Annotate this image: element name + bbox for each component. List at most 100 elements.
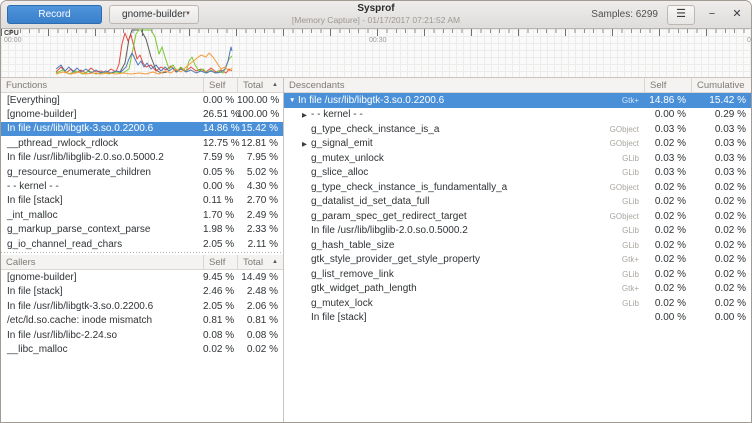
library-badge: GLib [622, 270, 644, 279]
function-row[interactable]: In file /usr/lib/libglib-2.0.so.0.5000.2… [1, 151, 283, 165]
functions-self-column-header[interactable]: Self [203, 78, 237, 92]
expander-open-icon[interactable]: ▼ [289, 97, 298, 104]
headerbar-right-group: Samples: 6299 ☰ − ✕ [460, 5, 745, 25]
function-total-value: 2.49 % [237, 210, 283, 221]
cpu-timeline-graph[interactable]: CPU 00:00 00:30 01:00 [1, 29, 751, 78]
descendant-name-cell: ▼In file /usr/lib/libgtk-3.so.0.2200.6Gt… [284, 95, 644, 106]
descendant-row[interactable]: g_slice_allocGLib0.03 %0.03 % [284, 166, 751, 181]
descendant-cumulative-value: 0.02 % [691, 254, 751, 265]
descendant-name-cell: g_param_spec_get_redirect_targetGObject [284, 211, 644, 222]
descendant-self-value: 0.03 % [644, 167, 691, 178]
descendant-self-value: 0.00 % [644, 312, 691, 323]
window-title-block: Sysprof [Memory Capture] - 01/17/2017 07… [292, 3, 460, 26]
functions-table-header: Functions Self Total ▲ [1, 78, 283, 93]
descendants-column-header[interactable]: Descendants [284, 78, 644, 92]
library-badge: GLib [622, 197, 644, 206]
process-selector-label: gnome-builder [122, 9, 186, 20]
expander-closed-icon[interactable]: ▶ [302, 111, 311, 119]
caller-row[interactable]: In file /usr/lib/libgtk-3.so.0.2200.62.0… [1, 299, 283, 313]
descendants-self-column-header[interactable]: Self [644, 78, 691, 92]
descendant-cumulative-value: 0.03 % [691, 167, 751, 178]
caller-row[interactable]: In file [stack]2.46 %2.48 % [1, 285, 283, 299]
library-badge: Gtk+ [622, 96, 644, 105]
window-subtitle: [Memory Capture] - 01/17/2017 07:21:52 A… [292, 15, 460, 26]
descendant-row[interactable]: g_type_check_instance_is_fundamentally_a… [284, 180, 751, 195]
descendant-name: g_type_check_instance_is_a [311, 124, 439, 135]
descendants-cumulative-column-header[interactable]: Cumulative ▲ [691, 78, 751, 92]
descendant-name: In file /usr/lib/libglib-2.0.so.0.5000.2 [311, 225, 468, 236]
descendants-cumulative-label: Cumulative [697, 80, 745, 91]
function-row[interactable]: In file [stack]0.11 %2.70 % [1, 194, 283, 208]
descendant-name-cell: gtk_style_provider_get_style_propertyGtk… [284, 254, 644, 265]
function-total-value: 2.11 % [237, 239, 283, 250]
descendant-row[interactable]: g_mutex_lockGLib0.02 %0.02 % [284, 296, 751, 311]
callers-self-column-header[interactable]: Self [203, 255, 237, 269]
minimize-icon: − [709, 8, 715, 20]
function-name: In file /usr/lib/libgtk-3.so.0.2200.6 [1, 123, 203, 134]
function-row[interactable]: In file /usr/lib/libgtk-3.so.0.2200.614.… [1, 122, 283, 136]
function-self-value: 1.98 % [203, 224, 237, 235]
function-row[interactable]: g_markup_parse_context_parse1.98 %2.33 % [1, 223, 283, 237]
descendant-row[interactable]: g_datalist_id_set_data_fullGLib0.02 %0.0… [284, 195, 751, 210]
close-button[interactable]: ✕ [729, 6, 745, 24]
record-button[interactable]: Record [7, 5, 102, 24]
functions-total-column-header[interactable]: Total ▲ [237, 78, 283, 92]
descendant-self-value: 0.02 % [644, 138, 691, 149]
minimize-button[interactable]: − [704, 6, 720, 24]
functions-total-label: Total [243, 80, 263, 91]
process-selector-dropdown[interactable]: gnome-builder ▼ [109, 5, 199, 24]
descendant-row[interactable]: g_list_remove_linkGLib0.02 %0.02 % [284, 267, 751, 282]
function-row[interactable]: g_io_channel_read_chars2.05 %2.11 % [1, 237, 283, 251]
function-row[interactable]: - - kernel - -0.00 %4.30 % [1, 179, 283, 193]
descendant-name-cell: g_hash_table_sizeGLib [284, 240, 644, 251]
function-self-value: 0.00 % [203, 181, 237, 192]
descendant-name: g_type_check_instance_is_fundamentally_a [311, 182, 507, 193]
function-row[interactable]: g_resource_enumerate_children0.05 %5.02 … [1, 165, 283, 179]
function-row[interactable]: [Everything]0.00 %100.00 % [1, 93, 283, 107]
descendant-self-value: 0.02 % [644, 225, 691, 236]
function-name: [Everything] [1, 95, 203, 106]
caller-row[interactable]: /etc/ld.so.cache: inode mismatch0.81 %0.… [1, 313, 283, 327]
descendant-name: gtk_style_provider_get_style_property [311, 254, 480, 265]
function-name: g_io_channel_read_chars [1, 239, 203, 250]
descendant-row[interactable]: In file /usr/lib/libglib-2.0.so.0.5000.2… [284, 224, 751, 239]
descendant-row[interactable]: ▶g_signal_emitGObject0.02 %0.03 % [284, 137, 751, 152]
function-self-value: 26.51 % [203, 109, 237, 120]
paned-resize-handle[interactable] [1, 251, 283, 255]
function-row[interactable]: __pthread_rwlock_rdlock12.75 %12.81 % [1, 136, 283, 150]
library-badge: GLib [622, 154, 644, 163]
descendant-row[interactable]: gtk_style_provider_get_style_propertyGtk… [284, 253, 751, 268]
descendant-row[interactable]: g_type_check_instance_is_aGObject0.03 %0… [284, 122, 751, 137]
functions-column-header[interactable]: Functions [1, 78, 203, 92]
caller-row[interactable]: __libc_malloc0.02 %0.02 % [1, 342, 283, 356]
menu-button[interactable]: ☰ [667, 5, 695, 25]
expander-closed-icon[interactable]: ▶ [302, 140, 311, 148]
headerbar: Record gnome-builder ▼ Sysprof [Memory C… [1, 1, 751, 29]
descendant-row[interactable]: g_param_spec_get_redirect_targetGObject0… [284, 209, 751, 224]
descendant-name: g_datalist_id_set_data_full [311, 196, 429, 207]
descendant-self-value: 0.02 % [644, 283, 691, 294]
descendant-row[interactable]: In file [stack]0.00 %0.00 % [284, 311, 751, 326]
headerbar-left-group: Record gnome-builder ▼ [7, 5, 292, 24]
descendant-row[interactable]: ▼In file /usr/lib/libgtk-3.so.0.2200.6Gt… [284, 93, 751, 108]
descendant-cumulative-value: 0.29 % [691, 109, 751, 120]
descendant-name: g_hash_table_size [311, 240, 394, 251]
caller-name: [gnome-builder] [1, 272, 203, 283]
descendant-row[interactable]: g_hash_table_sizeGLib0.02 %0.02 % [284, 238, 751, 253]
descendant-row[interactable]: g_mutex_unlockGLib0.03 %0.03 % [284, 151, 751, 166]
descendant-self-value: 0.02 % [644, 196, 691, 207]
function-row[interactable]: [gnome-builder]26.51 %100.00 % [1, 107, 283, 121]
hamburger-menu-icon: ☰ [676, 8, 686, 20]
callers-column-header[interactable]: Callers [1, 255, 203, 269]
caller-row[interactable]: [gnome-builder]9.45 %14.49 % [1, 270, 283, 284]
descendant-row[interactable]: gtk_widget_path_lengthGtk+0.02 %0.02 % [284, 282, 751, 297]
function-row[interactable]: _int_malloc1.70 %2.49 % [1, 208, 283, 222]
function-total-value: 12.81 % [237, 138, 283, 149]
caller-total-value: 2.48 % [237, 286, 283, 297]
descendant-name-cell: g_type_check_instance_is_fundamentally_a… [284, 182, 644, 193]
callers-total-column-header[interactable]: Total ▲ [237, 255, 283, 269]
descendant-row[interactable]: ▶- - kernel - -0.00 %0.29 % [284, 108, 751, 123]
descendant-name: In file [stack] [311, 312, 367, 323]
descendant-self-value: 0.02 % [644, 269, 691, 280]
caller-row[interactable]: In file /usr/lib/libc-2.24.so0.08 %0.08 … [1, 328, 283, 342]
